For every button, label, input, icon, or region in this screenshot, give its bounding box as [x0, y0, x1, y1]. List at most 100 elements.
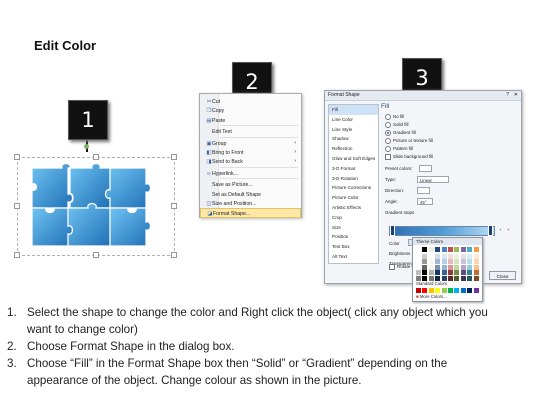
nav-item[interactable]: Shadow	[329, 134, 378, 144]
color-swatch[interactable]	[416, 288, 421, 293]
color-swatch[interactable]	[422, 253, 428, 259]
color-swatch[interactable]	[460, 247, 466, 252]
color-swatch[interactable]	[454, 259, 460, 265]
nav-item[interactable]: Glow and Soft Edges	[329, 154, 378, 164]
color-swatch[interactable]	[441, 270, 447, 276]
color-swatch[interactable]	[473, 247, 479, 252]
color-swatch[interactable]	[422, 264, 428, 270]
color-swatch[interactable]	[473, 253, 479, 259]
nav-item[interactable]: Line Color	[329, 115, 378, 125]
color-swatch[interactable]	[460, 276, 466, 281]
color-swatch[interactable]	[467, 276, 473, 281]
color-swatch[interactable]	[416, 247, 421, 252]
color-swatch[interactable]	[467, 259, 473, 265]
color-swatch[interactable]	[454, 276, 460, 281]
color-swatch[interactable]	[416, 264, 421, 270]
resize-handle[interactable]	[171, 203, 177, 209]
color-swatch[interactable]	[422, 247, 428, 252]
color-swatch[interactable]	[460, 264, 466, 270]
color-swatch[interactable]	[467, 253, 473, 259]
color-swatch[interactable]	[448, 247, 453, 252]
color-swatch[interactable]	[467, 247, 473, 252]
color-swatch[interactable]	[428, 247, 434, 252]
color-swatch[interactable]	[448, 253, 453, 259]
color-swatch[interactable]	[454, 270, 460, 276]
color-swatch[interactable]	[460, 288, 466, 293]
nav-item[interactable]: Reflection	[329, 144, 378, 154]
color-swatch[interactable]	[441, 259, 447, 265]
angle-input[interactable]: 45°	[417, 198, 433, 205]
color-swatch[interactable]	[473, 276, 479, 281]
color-swatch[interactable]	[441, 247, 447, 252]
color-swatch[interactable]	[428, 288, 434, 293]
slide-background-fill-checkbox[interactable]: Slide background fill	[385, 154, 433, 160]
color-swatch[interactable]	[467, 264, 473, 270]
color-swatch[interactable]	[422, 259, 428, 265]
color-swatch[interactable]	[428, 270, 434, 276]
color-swatch[interactable]	[460, 253, 466, 259]
type-select[interactable]: Linear	[417, 176, 449, 183]
nav-item[interactable]: Text Box	[329, 242, 378, 252]
nav-item[interactable]: Crop	[329, 213, 378, 223]
color-swatch[interactable]	[416, 270, 421, 276]
nav-item[interactable]: 3-D Format	[329, 164, 378, 174]
fill-option-radio[interactable]: Picture or texture fill	[385, 138, 433, 144]
color-swatch[interactable]	[441, 288, 447, 293]
rotation-handle[interactable]	[84, 144, 89, 149]
resize-handle[interactable]	[14, 252, 20, 258]
gradient-stop[interactable]	[488, 225, 493, 236]
color-swatch[interactable]	[416, 253, 421, 259]
color-swatch[interactable]	[435, 259, 441, 265]
nav-item[interactable]: Artistic Effects	[329, 203, 378, 213]
fill-option-radio[interactable]: Solid fill	[385, 122, 409, 128]
color-swatch[interactable]	[473, 264, 479, 270]
color-swatch[interactable]	[428, 253, 434, 259]
color-swatch[interactable]	[467, 288, 473, 293]
color-swatch[interactable]	[448, 259, 453, 265]
nav-item[interactable]: 3-D Rotation	[329, 174, 378, 184]
color-swatch[interactable]	[448, 264, 453, 270]
nav-item[interactable]: Alt Text	[329, 252, 378, 262]
color-swatch[interactable]	[416, 259, 421, 265]
color-swatch[interactable]	[448, 288, 453, 293]
direction-button[interactable]	[417, 187, 430, 194]
resize-handle[interactable]	[93, 252, 99, 258]
resize-handle[interactable]	[14, 154, 20, 160]
color-swatch[interactable]	[473, 259, 479, 265]
color-swatch[interactable]	[428, 264, 434, 270]
color-swatch[interactable]	[435, 253, 441, 259]
close-button[interactable]: Close	[489, 271, 516, 280]
fill-option-radio[interactable]: Gradient fill	[385, 130, 416, 136]
more-colors-link[interactable]: ■ More Colors...	[416, 294, 447, 299]
color-swatch[interactable]	[428, 259, 434, 265]
add-stop-icon[interactable]: +	[499, 227, 502, 232]
gradient-stops-bar[interactable]	[389, 226, 495, 236]
color-swatch[interactable]	[454, 247, 460, 252]
color-swatch[interactable]	[448, 276, 453, 281]
help-icon[interactable]: ?	[506, 92, 509, 98]
fill-option-radio[interactable]: Pattern fill	[385, 146, 413, 152]
fill-option-radio[interactable]: No fill	[385, 114, 404, 120]
color-swatch[interactable]	[460, 259, 466, 265]
color-swatch[interactable]	[473, 288, 479, 293]
preset-colors-button[interactable]	[419, 165, 432, 172]
nav-item[interactable]: Fill	[329, 105, 378, 115]
color-swatch[interactable]	[454, 288, 460, 293]
remove-stop-icon[interactable]: ×	[507, 227, 510, 232]
puzzle-shape[interactable]	[28, 160, 162, 250]
color-swatch[interactable]	[441, 253, 447, 259]
nav-item[interactable]: Size	[329, 223, 378, 233]
color-swatch[interactable]	[467, 270, 473, 276]
resize-handle[interactable]	[14, 203, 20, 209]
nav-item[interactable]: Picture Corrections	[329, 183, 378, 193]
close-icon[interactable]: ✕	[514, 92, 518, 98]
color-swatch[interactable]	[435, 270, 441, 276]
resize-handle[interactable]	[171, 154, 177, 160]
color-swatch[interactable]	[435, 288, 441, 293]
color-swatch[interactable]	[448, 270, 453, 276]
color-swatch[interactable]	[422, 270, 428, 276]
nav-item[interactable]: Position	[329, 232, 378, 242]
nav-item[interactable]: Picture Color	[329, 193, 378, 203]
color-swatch[interactable]	[422, 288, 428, 293]
color-swatch[interactable]	[473, 270, 479, 276]
